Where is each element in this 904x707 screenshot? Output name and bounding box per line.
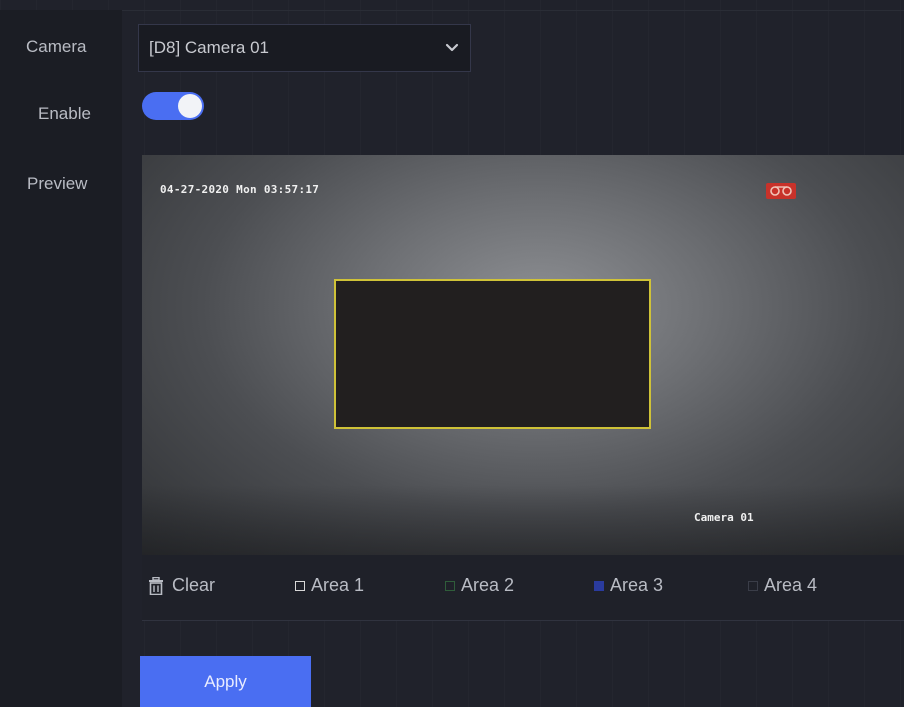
area-4-label: Area 4: [764, 575, 818, 595]
privacy-mask-page: Camera [D8] Camera 01 Enable Preview 04-…: [0, 0, 904, 707]
area-3-swatch: [594, 580, 604, 591]
mask-toolbar: Clear Area 1 Area 2 Area 3 Area 4: [142, 555, 904, 621]
area-1-label: Area 1: [311, 575, 365, 595]
recording-icon: [766, 183, 796, 199]
camera-label: Camera: [26, 37, 87, 56]
trash-icon: [149, 576, 163, 595]
preview-label: Preview: [27, 174, 88, 193]
camera-preview[interactable]: 04-27-2020 Mon 03:57:17 Camera 01: [142, 155, 904, 555]
area-2-button[interactable]: Area 2: [445, 575, 514, 596]
area-2-label: Area 2: [461, 575, 515, 595]
osd-timestamp: 04-27-2020 Mon 03:57:17: [160, 183, 320, 196]
area-4-button[interactable]: Area 4: [748, 575, 817, 596]
enable-toggle[interactable]: [142, 92, 204, 120]
camera-select[interactable]: [D8] Camera 01: [138, 24, 471, 72]
clear-label: Clear: [172, 575, 216, 595]
area-4-swatch: [748, 580, 758, 591]
enable-label: Enable: [38, 104, 91, 123]
area-2-swatch: [445, 580, 455, 591]
camera-select-value: [D8] Camera 01: [149, 38, 269, 57]
area-3-button[interactable]: Area 3: [594, 575, 663, 596]
privacy-mask-area[interactable]: [334, 279, 651, 429]
top-divider: [0, 10, 904, 11]
area-1-swatch: [295, 580, 305, 591]
toggle-knob: [178, 94, 202, 118]
area-1-button[interactable]: Area 1: [295, 575, 364, 596]
clear-button[interactable]: Clear: [148, 575, 215, 596]
chevron-down-icon: [445, 43, 459, 52]
area-3-label: Area 3: [610, 575, 664, 595]
osd-camera-name: Camera 01: [694, 511, 754, 524]
apply-button[interactable]: Apply: [140, 656, 311, 707]
